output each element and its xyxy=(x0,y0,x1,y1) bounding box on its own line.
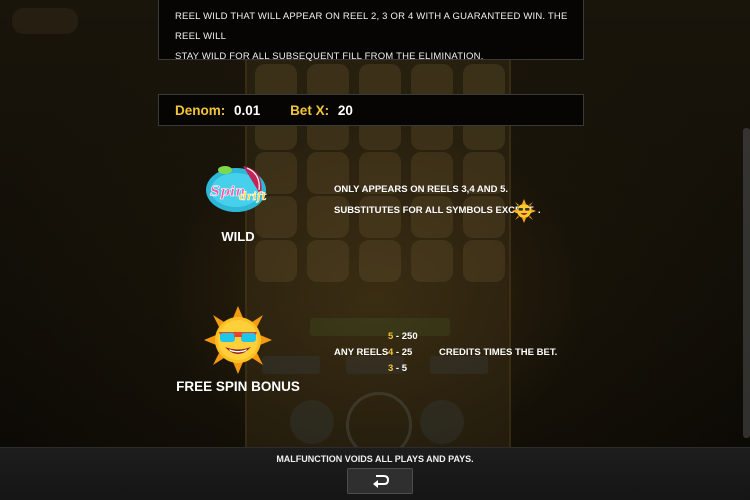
denom-value: 0.01 xyxy=(234,103,261,118)
rules-description-line: REEL WILD THAT WILL APPEAR ON REEL 2, 3 … xyxy=(175,11,568,42)
wild-rule-line: SUBSTITUTES FOR ALL SYMBOLS EXCEPT xyxy=(334,205,534,216)
paytable-separator: - xyxy=(393,347,402,358)
free-spin-bonus-label: FREE SPIN BONUS xyxy=(176,379,300,394)
sun-scatter-icon xyxy=(512,199,536,223)
wild-label: WILD xyxy=(221,229,255,244)
wild-rule-text: SUBSTITUTES FOR ALL SYMBOLS EXCEPT xyxy=(334,205,534,216)
bet-info-row: Denom: 0.01 Bet X: 20 xyxy=(175,103,353,118)
scrollbar[interactable] xyxy=(743,128,750,438)
denom-label: Denom: xyxy=(175,103,226,118)
betx-value: 20 xyxy=(337,103,353,118)
paytable-separator: - xyxy=(393,363,402,374)
background-round-button xyxy=(420,400,464,444)
any-reels-label: ANY REELS xyxy=(334,347,389,358)
rules-description: REEL WILD THAT WILL APPEAR ON REEL 2, 3 … xyxy=(175,7,575,67)
background-round-button xyxy=(290,400,334,444)
credits-times-bet-label: CREDITS TIMES THE BET. xyxy=(439,347,558,358)
paytable-row: 4 - 25 xyxy=(388,347,412,358)
paytable-row: 3 - 5 xyxy=(388,363,407,374)
paytable-value: 250 xyxy=(401,331,418,342)
svg-text:drift: drift xyxy=(239,190,266,203)
rules-description-panel: REEL WILD THAT WILL APPEAR ON REEL 2, 3 … xyxy=(158,0,584,62)
paytable-value: 5 xyxy=(401,363,408,374)
background-lines-box xyxy=(430,356,488,374)
malfunction-notice: MALFUNCTION VOIDS ALL PLAYS AND PAYS. xyxy=(276,454,474,464)
spindrift-wild-logo: Spin drift xyxy=(206,166,267,212)
rules-description-line: STAY WILD FOR ALL SUBSEQUENT FILL FROM T… xyxy=(175,51,484,62)
return-arrow-icon xyxy=(373,475,390,488)
paytable-row: 5 - 250 xyxy=(388,331,418,342)
paytable-separator: - xyxy=(393,331,402,342)
betx-label: Bet X: xyxy=(290,103,330,118)
wild-rule-suffix: . xyxy=(538,205,541,216)
footer-bar: MALFUNCTION VOIDS ALL PLAYS AND PAYS. xyxy=(0,447,750,500)
sun-bonus-icon xyxy=(204,306,272,374)
background-menu-pill xyxy=(12,8,78,34)
paytable-value: 25 xyxy=(401,347,413,358)
wild-rule-line: ONLY APPEARS ON REELS 3,4 AND 5. xyxy=(334,184,509,195)
bet-info-panel: Denom: 0.01 Bet X: 20 xyxy=(158,94,584,126)
background-select-bar xyxy=(310,318,450,336)
back-button[interactable] xyxy=(347,468,413,494)
